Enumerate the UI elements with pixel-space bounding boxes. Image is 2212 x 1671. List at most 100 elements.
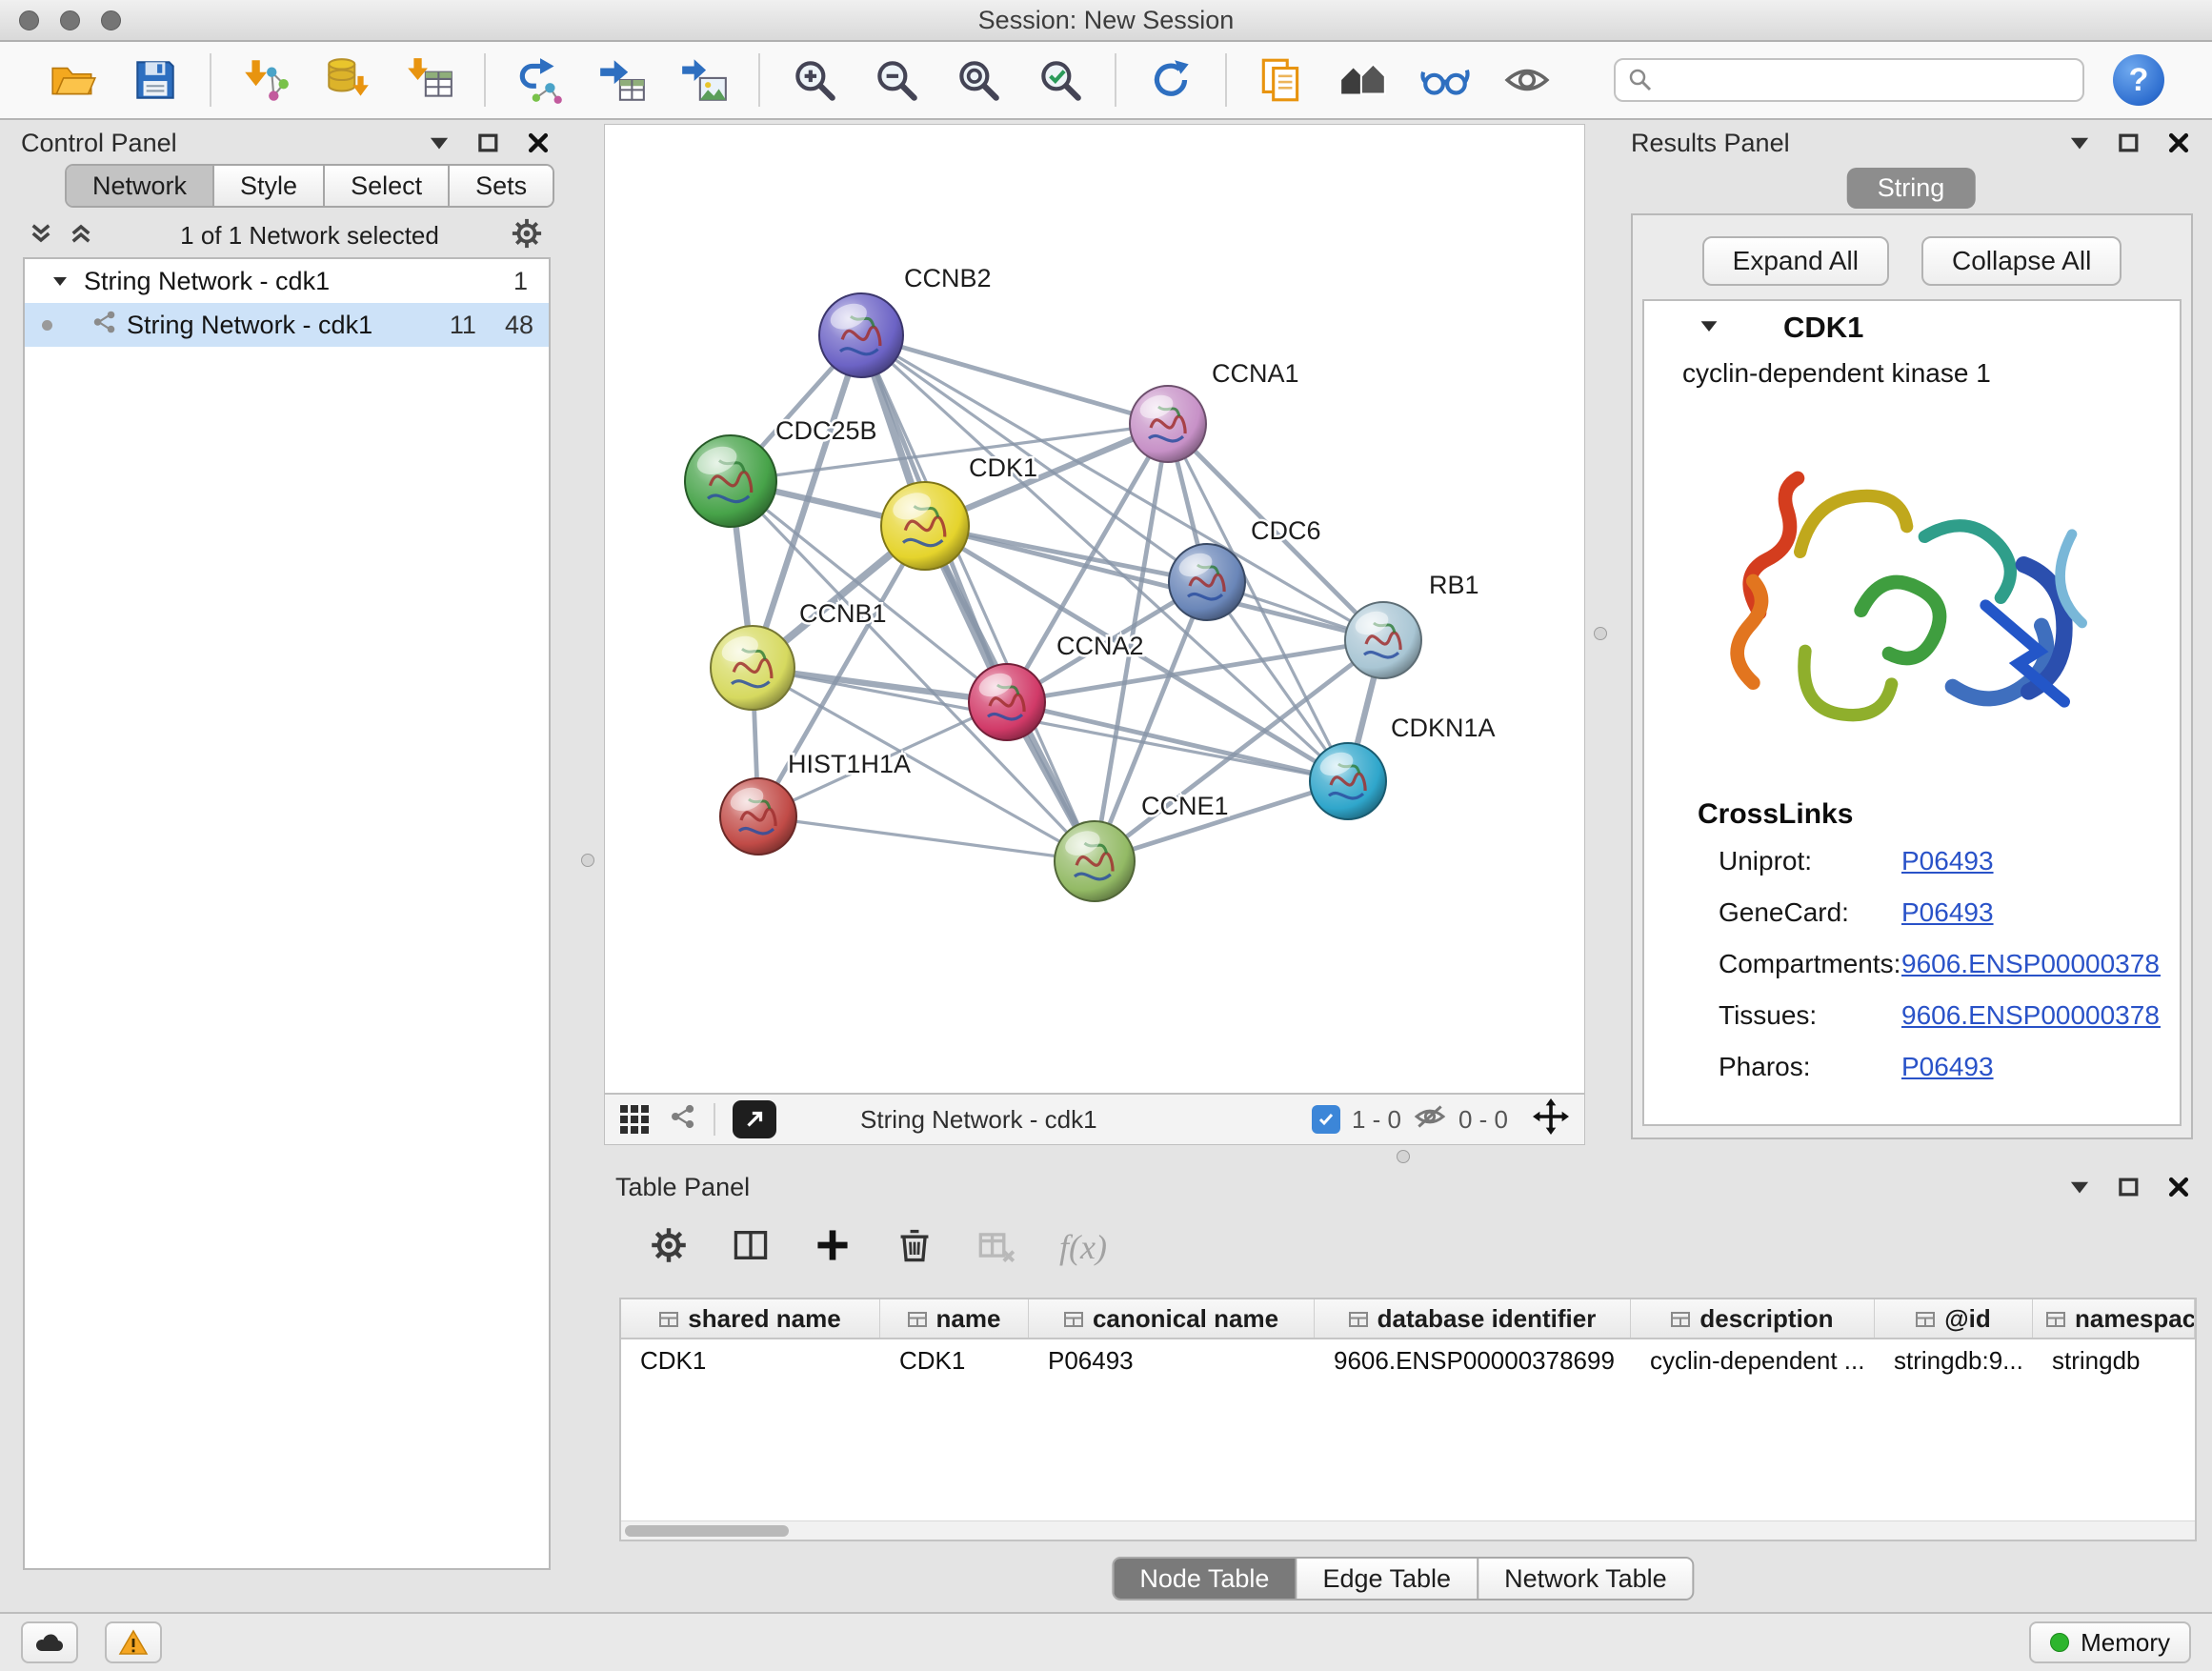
expand-all-button[interactable]: Expand All	[1702, 236, 1889, 286]
network-share-icon[interactable]	[668, 1102, 696, 1137]
column-header-shared-name[interactable]: shared name	[621, 1299, 880, 1338]
panel-close-icon[interactable]	[2166, 1175, 2191, 1199]
network-node-CDC25B[interactable]	[685, 435, 776, 527]
import-network-file-button[interactable]	[235, 50, 296, 111]
refresh-layout-button[interactable]	[1140, 50, 1201, 111]
network-options-gear-icon[interactable]	[511, 217, 543, 254]
column-header-canonical-name[interactable]: canonical name	[1029, 1299, 1315, 1338]
splitter-handle[interactable]	[581, 854, 594, 867]
network-node-CCNB1[interactable]	[711, 626, 794, 710]
network-edge[interactable]	[861, 335, 1095, 861]
delete-table-icon[interactable]	[977, 1226, 1016, 1269]
network-collection-row[interactable]: String Network - cdk1 1	[25, 259, 549, 303]
column-header-namespace[interactable]: namespace	[2033, 1299, 2195, 1338]
network-node-CCNB2[interactable]	[819, 293, 903, 377]
warnings-button[interactable]	[105, 1621, 162, 1663]
selected-checkbox-icon[interactable]	[1312, 1105, 1340, 1134]
function-builder-icon[interactable]: f(x)	[1059, 1227, 1107, 1267]
copy-documents-button[interactable]	[1251, 50, 1312, 111]
gene-card-header[interactable]: CDK1	[1644, 301, 2180, 354]
cloud-status-button[interactable]	[21, 1621, 78, 1663]
select-columns-icon[interactable]	[732, 1226, 770, 1269]
memory-button[interactable]: Memory	[2029, 1621, 2191, 1663]
tab-edge-table[interactable]: Edge Table	[1297, 1559, 1478, 1599]
network-node-CCNA2[interactable]	[969, 664, 1045, 740]
crosslink-value-link[interactable]: P06493	[1901, 897, 2161, 928]
zoom-fit-button[interactable]	[948, 50, 1009, 111]
crosslink-label: Pharos:	[1719, 1052, 1901, 1082]
column-header-description[interactable]: description	[1631, 1299, 1875, 1338]
export-image-button[interactable]	[674, 50, 734, 111]
delete-column-trash-icon[interactable]	[895, 1226, 934, 1269]
search-input[interactable]	[1614, 58, 2084, 102]
crosslink-value-link[interactable]: 9606.ENSP00000378699	[1901, 949, 2161, 979]
column-header-database-identifier[interactable]: database identifier	[1315, 1299, 1631, 1338]
network-node-CCNA1[interactable]	[1130, 386, 1206, 462]
tab-style[interactable]: Style	[214, 166, 325, 206]
network-node-RB1[interactable]	[1345, 602, 1421, 678]
tab-network-table[interactable]: Network Table	[1478, 1559, 1693, 1599]
expand-all-networks-icon[interactable]	[29, 221, 53, 251]
help-button[interactable]: ?	[2113, 54, 2164, 106]
panel-float-icon[interactable]	[2117, 131, 2142, 155]
network-row[interactable]: String Network - cdk1 11 48	[25, 303, 549, 347]
collapse-all-networks-icon[interactable]	[69, 221, 93, 251]
zoom-out-button[interactable]	[866, 50, 927, 111]
table-toolbar: f(x)	[604, 1210, 1107, 1284]
table-cell: cyclin-dependent ...	[1631, 1339, 1875, 1381]
column-header-name[interactable]: name	[880, 1299, 1029, 1338]
tab-string[interactable]: String	[1847, 168, 1976, 209]
table-row[interactable]: CDK1CDK1P064939606.ENSP00000378699cyclin…	[621, 1339, 2195, 1381]
home-view-button[interactable]	[1333, 50, 1394, 111]
open-in-new-window-button[interactable]	[733, 1100, 776, 1138]
zoom-in-button[interactable]	[784, 50, 845, 111]
panel-float-icon[interactable]	[476, 131, 501, 155]
network-node-CDC6[interactable]	[1169, 544, 1245, 620]
open-session-button[interactable]	[43, 50, 104, 111]
import-network-database-button[interactable]	[317, 50, 378, 111]
show-hide-button[interactable]	[1497, 50, 1558, 111]
network-edge[interactable]	[758, 816, 1095, 861]
network-node-CCNE1[interactable]	[1055, 821, 1135, 901]
panel-close-icon[interactable]	[2166, 131, 2191, 155]
horizontal-scrollbar[interactable]	[621, 1520, 2195, 1540]
hidden-eye-icon[interactable]	[1413, 1103, 1447, 1137]
panel-close-icon[interactable]	[526, 131, 551, 155]
crosslink-value-link[interactable]: P06493	[1901, 846, 2161, 876]
tab-node-table[interactable]: Node Table	[1114, 1559, 1297, 1599]
panel-float-icon[interactable]	[2117, 1175, 2142, 1199]
zoom-selected-button[interactable]	[1030, 50, 1091, 111]
column-header--id[interactable]: @id	[1875, 1299, 2033, 1338]
tab-select[interactable]: Select	[325, 166, 450, 206]
splitter-handle[interactable]	[1397, 1150, 1410, 1163]
collapse-all-button[interactable]: Collapse All	[1921, 236, 2122, 286]
tree-expander-icon[interactable]	[46, 272, 74, 291]
network-edge[interactable]	[1007, 702, 1348, 781]
grid-view-icon[interactable]	[620, 1105, 649, 1134]
table-options-gear-icon[interactable]	[650, 1226, 688, 1269]
export-network-button[interactable]	[510, 50, 571, 111]
table-panel-header: Table Panel	[604, 1168, 2202, 1206]
panel-collapse-icon[interactable]	[2067, 1175, 2092, 1199]
network-node-HIST1H1A[interactable]	[720, 778, 796, 855]
panel-collapse-icon[interactable]	[2067, 131, 2092, 155]
add-column-icon[interactable]	[814, 1226, 852, 1269]
crosslink-value-link[interactable]: P06493	[1901, 1052, 2161, 1082]
import-table-button[interactable]	[399, 50, 460, 111]
collapse-gene-icon[interactable]	[1698, 314, 1720, 342]
graphics-details-button[interactable]	[1415, 50, 1476, 111]
pan-crosshair-icon[interactable]	[1533, 1098, 1569, 1141]
splitter-handle[interactable]	[1594, 627, 1607, 640]
network-view-canvas[interactable]: CCNB2CCNA1CDC25BCDK1CDC6RB1CCNB1CCNA2CDK…	[604, 124, 1585, 1094]
network-node-CDK1[interactable]	[881, 482, 969, 570]
tab-network[interactable]: Network	[67, 166, 214, 206]
panel-collapse-icon[interactable]	[427, 131, 452, 155]
scrollbar-thumb[interactable]	[625, 1525, 789, 1537]
network-node-CDKN1A[interactable]	[1310, 743, 1386, 819]
save-session-button[interactable]	[125, 50, 186, 111]
crosslink-value-link[interactable]: 9606.ENSP00000378699	[1901, 1000, 2161, 1031]
export-table-button[interactable]	[592, 50, 653, 111]
tab-sets[interactable]: Sets	[450, 166, 553, 206]
node-label-CCNE1: CCNE1	[1141, 792, 1229, 820]
network-edge[interactable]	[861, 335, 1168, 424]
